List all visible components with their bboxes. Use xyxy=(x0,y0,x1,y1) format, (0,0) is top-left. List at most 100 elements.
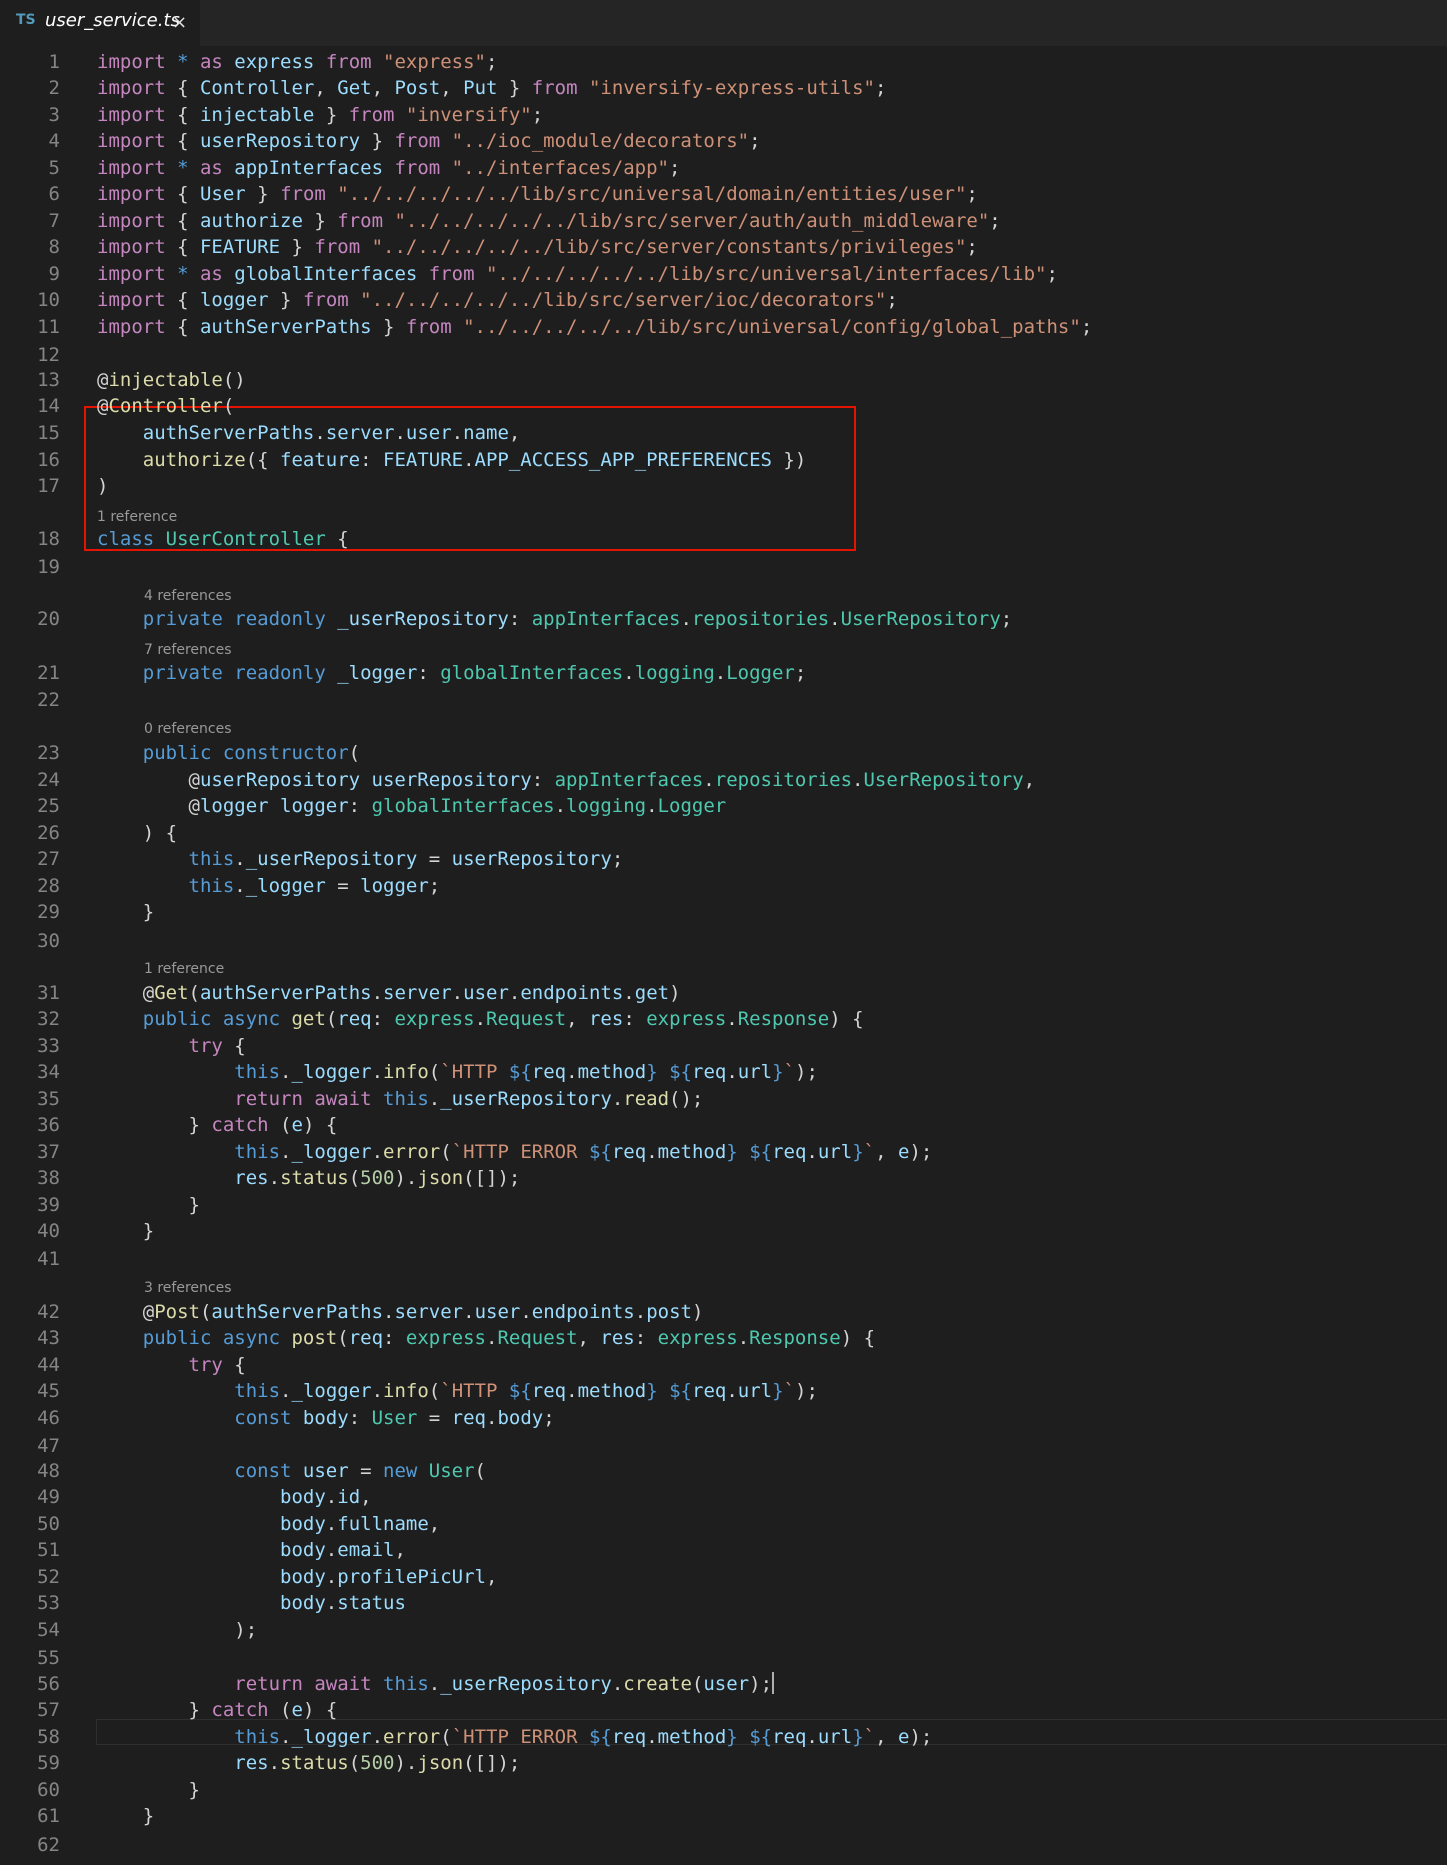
code-editor[interactable]: 1 import * as express from "express"; 2 imp… xyxy=(0,46,1447,1865)
code-lens-references[interactable]: 7 references xyxy=(144,640,232,660)
code-line[interactable]: 16 authorize({ feature: FEATURE.APP_ACCE… xyxy=(0,447,1447,473)
code-token: appInterfaces xyxy=(234,157,395,179)
code-token: read xyxy=(623,1088,670,1110)
line-number: 28 xyxy=(37,875,60,897)
code-line[interactable]: 52 body.profilePicUrl, xyxy=(0,1564,1447,1590)
code-line[interactable]: 55 xyxy=(0,1645,1447,1671)
code-lens-references[interactable]: 1 reference xyxy=(97,507,177,527)
code-token: . xyxy=(325,1539,338,1561)
code-line[interactable]: 50 body.fullname, xyxy=(0,1511,1447,1537)
code-line[interactable]: 56 return await this._userRepository.cre… xyxy=(0,1671,1447,1697)
code-line[interactable]: 54 ); xyxy=(0,1617,1447,1643)
code-lens-references[interactable]: 3 references xyxy=(144,1278,232,1298)
code-lens-references[interactable]: 4 references xyxy=(144,586,232,606)
code-line[interactable]: 25 @logger logger: globalInterfaces.logg… xyxy=(0,793,1447,819)
code-line[interactable]: 28 this._logger = logger; xyxy=(0,873,1447,899)
code-line[interactable]: 17) xyxy=(0,473,1447,499)
code-line[interactable]: 10 import { logger } from "../../../../..… xyxy=(0,287,1447,313)
code-line[interactable]: 40 } xyxy=(0,1218,1447,1244)
code-token: . xyxy=(234,848,246,870)
code-line[interactable]: 15 authServerPaths.server.user.name, xyxy=(0,420,1447,446)
code-token: ; xyxy=(749,130,761,152)
code-line[interactable]: 57 } catch (e) { xyxy=(0,1697,1447,1723)
code-line[interactable]: 58 this._logger.error(`HTTP ERROR ${req.… xyxy=(0,1724,1447,1750)
code-line[interactable]: 49 body.id, xyxy=(0,1484,1447,1510)
code-line[interactable]: 60 } xyxy=(0,1777,1447,1803)
code-line[interactable]: 42 @Post(authServerPaths.server.user.end… xyxy=(0,1299,1447,1325)
code-line[interactable]: 32 public async get(req: express.Request… xyxy=(0,1006,1447,1032)
code-line[interactable]: 18 class UserController { xyxy=(0,526,1447,552)
close-icon[interactable]: × xyxy=(172,12,187,33)
code-token: Post xyxy=(154,1301,200,1323)
code-line[interactable]: 33 try { xyxy=(0,1033,1447,1059)
code-token: req xyxy=(692,1380,727,1402)
code-line[interactable]: 20 private readonly _userRepository: app… xyxy=(0,606,1447,632)
code-line[interactable]: 38 res.status(500).json([]); xyxy=(0,1165,1447,1191)
code-line[interactable]: 47 xyxy=(0,1433,1447,1459)
code-line[interactable]: 31 @Get(authServerPaths.server.user.endp… xyxy=(0,980,1447,1006)
code-line[interactable]: 22 xyxy=(0,687,1447,713)
code-line[interactable]: 12 xyxy=(0,342,1447,368)
code-line[interactable]: 19 xyxy=(0,554,1447,580)
code-line[interactable]: 45 this._logger.info(`HTTP ${req.method}… xyxy=(0,1378,1447,1404)
code-token: body xyxy=(280,1539,326,1561)
code-line[interactable]: 62 xyxy=(0,1832,1447,1858)
code-line[interactable]: 59 res.status(500).json([]); xyxy=(0,1750,1447,1776)
code-line[interactable]: 44 try { xyxy=(0,1352,1447,1378)
code-token: info xyxy=(383,1061,429,1083)
code-line[interactable]: 24 @userRepository userRepository: appIn… xyxy=(0,767,1447,793)
code-line[interactable]: 27 this._userRepository = userRepository… xyxy=(0,846,1447,872)
code-token: server xyxy=(325,422,395,444)
code-token: res xyxy=(234,1752,269,1774)
code-token: ( xyxy=(474,1460,486,1482)
code-line[interactable]: 7 import { authorize } from "../../../../… xyxy=(0,208,1447,234)
code-token: from xyxy=(280,183,338,205)
code-line[interactable]: 9 import * as globalInterfaces from "../.… xyxy=(0,261,1447,287)
code-line[interactable]: 26 ) { xyxy=(0,820,1447,846)
code-lens-references[interactable]: 1 reference xyxy=(144,959,224,979)
code-line[interactable]: 2 import { Controller, Get, Post, Put } f… xyxy=(0,75,1447,101)
code-token: user xyxy=(302,1460,361,1482)
code-line[interactable]: 29 } xyxy=(0,899,1447,925)
code-token: UserRepository xyxy=(863,769,1024,791)
code-line[interactable]: 6 import { User } from "../../../../../li… xyxy=(0,181,1447,207)
code-token: const xyxy=(234,1460,303,1482)
code-text: this._logger = logger; xyxy=(97,873,441,899)
code-line[interactable]: 35 return await this._userRepository.rea… xyxy=(0,1086,1447,1112)
code-text: } xyxy=(97,1803,154,1829)
code-line[interactable]: 14 @Controller( xyxy=(0,393,1447,419)
code-token: . xyxy=(371,1726,384,1748)
code-line[interactable]: 1 import * as express from "express"; xyxy=(0,49,1447,75)
code-line[interactable]: 13 @injectable() xyxy=(0,367,1447,393)
code-line[interactable]: 46 const body: User = req.body; xyxy=(0,1405,1447,1431)
tab-title[interactable]: user_service.ts xyxy=(45,10,180,31)
code-line[interactable]: 11 import { authServerPaths } from "../..… xyxy=(0,314,1447,340)
code-line[interactable]: 4 import { userRepository } from "../ioc_… xyxy=(0,128,1447,154)
code-line[interactable]: 34 this._logger.info(`HTTP ${req.method}… xyxy=(0,1059,1447,1085)
code-line[interactable]: 43 public async post(req: express.Reques… xyxy=(0,1325,1447,1351)
code-line[interactable]: 53 body.status xyxy=(0,1590,1447,1616)
code-line[interactable]: 23 public constructor( xyxy=(0,740,1447,766)
code-line[interactable]: 8 import { FEATURE } from "../../../../..… xyxy=(0,234,1447,260)
code-lens-references[interactable]: 0 references xyxy=(144,719,232,739)
code-line[interactable]: 5 import * as appInterfaces from "../inte… xyxy=(0,155,1447,181)
code-text: private readonly _userRepository: appInt… xyxy=(97,606,1012,632)
code-line[interactable]: 3 import { injectable } from "inversify"; xyxy=(0,102,1447,128)
code-line[interactable]: 37 this._logger.error(`HTTP ERROR ${req.… xyxy=(0,1139,1447,1165)
code-text: ) { xyxy=(97,820,177,846)
code-line[interactable]: 30 xyxy=(0,928,1447,954)
code-token: ( xyxy=(280,1114,292,1136)
code-line[interactable]: 41 xyxy=(0,1246,1447,1272)
code-line[interactable]: 48 const user = new User( xyxy=(0,1458,1447,1484)
tab-user-service[interactable]: TS user_service.ts × xyxy=(0,0,200,46)
code-line[interactable]: 21 private readonly _logger: globalInter… xyxy=(0,660,1447,686)
code-token: : xyxy=(531,769,555,791)
code-line[interactable]: 36 } catch (e) { xyxy=(0,1112,1447,1138)
code-text: res.status(500).json([]); xyxy=(97,1750,520,1776)
code-token: } xyxy=(257,183,281,205)
code-token: user xyxy=(405,422,452,444)
code-line[interactable]: 39 } xyxy=(0,1192,1447,1218)
code-token: ) xyxy=(691,1301,704,1323)
code-line[interactable]: 61 } xyxy=(0,1803,1447,1829)
code-line[interactable]: 51 body.email, xyxy=(0,1537,1447,1563)
